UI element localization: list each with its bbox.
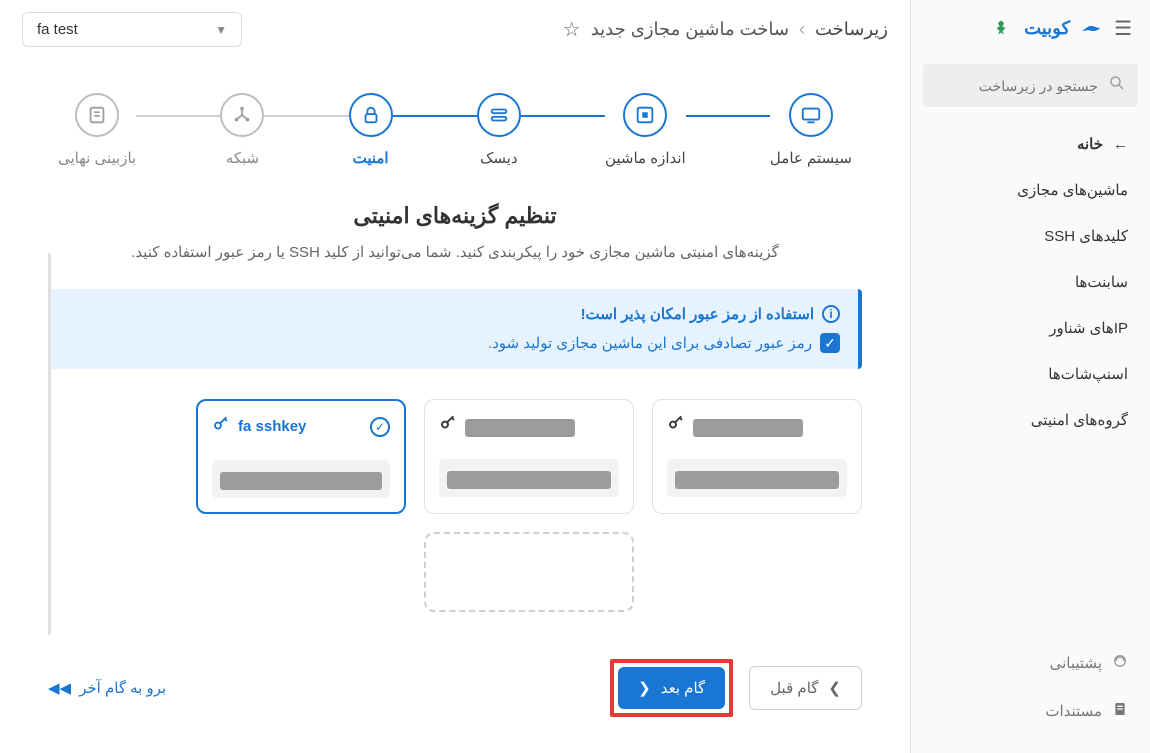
nav-support[interactable]: پشتیبانی (911, 639, 1150, 687)
step-os[interactable]: سیستم عامل (770, 93, 852, 167)
ssh-key-card-selected[interactable]: fa sshkey ✓ (196, 399, 406, 514)
sidebar-footer: پشتیبانی مستندات (911, 639, 1150, 753)
prev-step-button[interactable]: ❯ گام قبل (749, 666, 862, 710)
nav-docs[interactable]: مستندات (911, 687, 1150, 735)
brand-logo-icon (1080, 14, 1102, 42)
fast-forward-icon: ◀◀ (48, 679, 71, 697)
ssh-key-name: fa sshkey (238, 418, 306, 435)
main: زیرساخت › ساخت ماشین مجازی جدید ☆ ▼ fa t… (0, 0, 910, 753)
nav-label: خانه (1077, 135, 1103, 153)
nav-label: پشتیبانی (1050, 654, 1102, 672)
go-last-step-link[interactable]: برو به گام آخر ◀◀ (48, 679, 166, 697)
info-check-label: رمز عبور تصادفی برای این ماشین مجازی تول… (488, 334, 812, 352)
content-panel: سیستم عامل اندازه ماشین دیسک امنیت (18, 63, 892, 735)
info-icon: i (822, 305, 840, 323)
topbar: زیرساخت › ساخت ماشین مجازی جدید ☆ ▼ fa t… (0, 0, 910, 59)
nav-secgroups[interactable]: گروه‌های امنیتی (911, 397, 1150, 443)
nav-label: اسنپ‌شات‌ها (1048, 365, 1128, 383)
caret-down-icon: ▼ (215, 23, 227, 37)
fingerprint-placeholder (675, 471, 839, 489)
next-button-highlight: گام بعد ❮ (610, 659, 733, 717)
breadcrumb-sep-icon: › (799, 19, 805, 40)
nav-list: ← خانه ماشین‌های مجازی کلیدهای SSH سابنت… (911, 121, 1150, 639)
step-size[interactable]: اندازه ماشین (605, 93, 686, 167)
nav-snapshots[interactable]: اسنپ‌شات‌ها (911, 351, 1150, 397)
project-select[interactable]: ▼ fa test (22, 12, 242, 47)
support-icon (1112, 653, 1128, 673)
nav-label: مستندات (1045, 702, 1102, 720)
sidebar: ☰ کوبیت ← خانه ماشین‌های مجازی ک (910, 0, 1150, 753)
selected-check-icon: ✓ (370, 417, 390, 437)
nav-ssh[interactable]: کلیدهای SSH (911, 213, 1150, 259)
brand[interactable]: کوبیت (1024, 14, 1102, 42)
checkbox-checked-icon[interactable]: ✓ (820, 333, 840, 353)
step-disk[interactable]: دیسک (477, 93, 521, 167)
brand-badge-icon (990, 17, 1012, 39)
last-step-label: برو به گام آخر (79, 679, 166, 697)
arrow-icon: ← (1113, 136, 1128, 153)
step-label: شبکه (226, 149, 259, 167)
search-box[interactable] (923, 64, 1138, 107)
stepper: سیستم عامل اندازه ماشین دیسک امنیت (48, 89, 862, 179)
project-value: fa test (37, 21, 78, 38)
sidebar-header: ☰ کوبیت (911, 0, 1150, 56)
nav-label: IPهای شناور (1049, 319, 1128, 337)
step-label: سیستم عامل (770, 149, 852, 167)
wizard-footer: ❯ گام قبل گام بعد ❮ برو به گام آخر ◀◀ (48, 647, 862, 717)
prev-label: گام قبل (770, 679, 818, 697)
breadcrumb-page: ساخت ماشین مجازی جدید (591, 19, 789, 40)
add-ssh-key-card[interactable] (424, 532, 634, 612)
favorite-star-icon[interactable]: ☆ (563, 17, 581, 42)
step-security[interactable]: امنیت (349, 93, 393, 167)
brand-name: کوبیت (1024, 18, 1070, 39)
step-network[interactable]: شبکه (220, 93, 264, 167)
nav-vms[interactable]: ماشین‌های مجازی (911, 167, 1150, 213)
next-step-button[interactable]: گام بعد ❮ (618, 667, 725, 709)
search-input[interactable] (935, 78, 1098, 94)
key-icon (212, 415, 230, 438)
nav-subnets[interactable]: سابنت‌ها (911, 259, 1150, 305)
info-head: i استفاده از رمز عبور امکان پذیر است! (66, 305, 840, 323)
docs-icon (1112, 701, 1128, 721)
key-name-placeholder (465, 419, 575, 437)
step-review[interactable]: بازبینی نهایی (58, 93, 136, 167)
key-icon (667, 414, 685, 437)
nav-label: ماشین‌های مجازی (1017, 181, 1128, 199)
search-icon (1108, 74, 1126, 97)
step-label: امنیت (353, 149, 389, 167)
step-label: اندازه ماشین (605, 149, 686, 167)
key-name-placeholder (693, 419, 803, 437)
nav-home[interactable]: ← خانه (911, 121, 1150, 167)
section-title: تنظیم گزینه‌های امنیتی (48, 203, 862, 229)
key-icon (439, 414, 457, 437)
ssh-key-card[interactable] (652, 399, 862, 514)
nav-floatips[interactable]: IPهای شناور (911, 305, 1150, 351)
fingerprint-placeholder (220, 472, 382, 490)
info-box: i استفاده از رمز عبور امکان پذیر است! ✓ … (48, 289, 862, 369)
menu-icon[interactable]: ☰ (1114, 16, 1132, 41)
step-label: بازبینی نهایی (58, 149, 136, 167)
chevron-right-icon: ❯ (828, 679, 841, 697)
next-label: گام بعد (661, 679, 705, 697)
breadcrumb-root[interactable]: زیرساخت (815, 19, 888, 40)
ssh-key-card[interactable] (424, 399, 634, 514)
nav-label: کلیدهای SSH (1044, 227, 1128, 245)
chevron-left-icon: ❮ (638, 679, 651, 697)
scroll-indicator (48, 253, 51, 635)
step-label: دیسک (480, 149, 518, 167)
ssh-keys-list: fa sshkey ✓ (48, 399, 862, 612)
section-desc: گزینه‌های امنیتی ماشین مجازی خود را پیکر… (48, 243, 862, 261)
info-title: استفاده از رمز عبور امکان پذیر است! (581, 305, 814, 323)
fingerprint-placeholder (447, 471, 611, 489)
nav-label: سابنت‌ها (1075, 273, 1128, 291)
nav-label: گروه‌های امنیتی (1031, 411, 1128, 429)
breadcrumb: زیرساخت › ساخت ماشین مجازی جدید ☆ (563, 17, 888, 42)
info-checkbox-row[interactable]: ✓ رمز عبور تصادفی برای این ماشین مجازی ت… (66, 333, 840, 353)
